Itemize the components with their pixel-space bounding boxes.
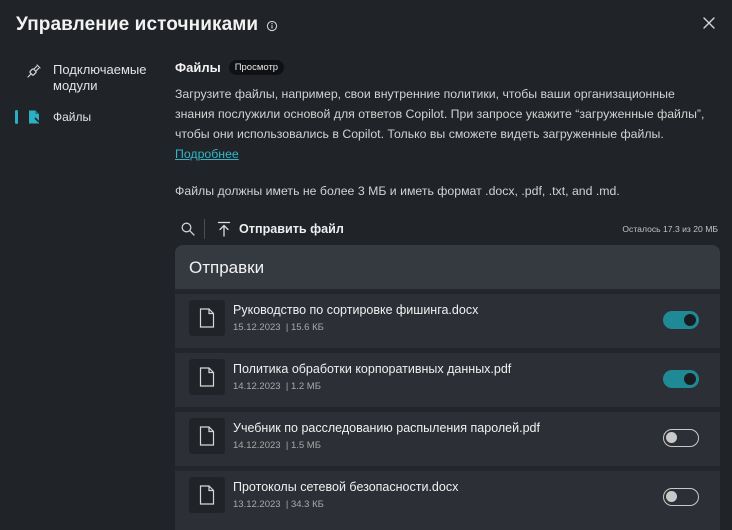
file-name: Учебник по расследованию распыления паро… — [233, 421, 540, 435]
row-divider — [175, 407, 720, 412]
file-meta: 15.12.2023 | 15.6 КБ — [233, 322, 324, 333]
file-name: Политика обработки корпоративных данных.… — [233, 362, 512, 376]
toggle-knob — [684, 373, 696, 385]
uploads-title: Отправки — [175, 245, 720, 289]
row-divider — [175, 466, 720, 471]
toggle-knob — [666, 491, 677, 502]
document-icon — [189, 477, 225, 513]
section-title: Файлы — [175, 59, 221, 75]
sidebar-item-label: Подключаемые модули — [53, 62, 147, 93]
toolbar: Отправить файл Осталось 17.3 из 20 МБ — [175, 218, 718, 240]
file-date: 13.12.2023 — [233, 499, 281, 510]
storage-remaining: Осталось 17.3 из 20 МБ — [622, 224, 718, 234]
search-icon — [181, 222, 195, 236]
upload-label: Отправить файл — [239, 222, 344, 236]
plug-icon — [26, 63, 42, 79]
file-size: 34.3 КБ — [290, 499, 324, 510]
sidebar-item-files[interactable]: Файлы — [14, 104, 164, 129]
file-toggle[interactable] — [663, 370, 699, 388]
learn-more-link[interactable]: Подробнее — [175, 147, 239, 161]
file-icon — [26, 109, 42, 125]
file-toggle[interactable] — [663, 488, 699, 506]
file-size: 1.2 МБ — [290, 381, 321, 392]
sidebar: Подключаемые модули Файлы — [14, 58, 164, 129]
file-requirements: Файлы должны иметь не более 3 МБ и иметь… — [175, 184, 620, 198]
row-divider — [175, 348, 720, 353]
upload-file-button[interactable]: Отправить файл — [217, 221, 344, 237]
file-date: 14.12.2023 — [233, 381, 281, 392]
file-meta: 13.12.2023 | 34.3 КБ — [233, 499, 324, 510]
file-name: Протоколы сетевой безопасности.docx — [233, 480, 459, 494]
toolbar-divider — [204, 219, 205, 239]
file-size: 15.6 КБ — [290, 322, 324, 333]
file-row: Протоколы сетевой безопасности.docx 13.1… — [175, 472, 720, 525]
description: Загрузите файлы, например, свои внутренн… — [175, 84, 715, 164]
toggle-knob — [684, 314, 696, 326]
file-meta: 14.12.2023 | 1.5 МБ — [233, 440, 321, 451]
files-section: Файлы Просмотр Загрузите файлы, например… — [175, 58, 720, 200]
close-icon — [703, 17, 715, 29]
file-date: 15.12.2023 — [233, 322, 281, 333]
page-title: Управление источниками — [16, 14, 259, 35]
upload-icon — [217, 221, 231, 237]
sidebar-item-plugins[interactable]: Подключаемые модули — [14, 58, 164, 98]
file-name: Руководство по сортировке фишинга.docx — [233, 303, 479, 317]
header: Управление источниками — [16, 12, 278, 38]
document-icon — [189, 300, 225, 336]
uploads-panel: Отправки Руководство по сортировке фишин… — [175, 245, 720, 530]
file-toggle[interactable] — [663, 429, 699, 447]
search-button[interactable] — [180, 221, 196, 237]
close-button[interactable] — [700, 14, 718, 32]
toggle-knob — [666, 432, 677, 443]
file-row: Учебник по расследованию распыления паро… — [175, 413, 720, 466]
file-row: Руководство по сортировке фишинга.docx 1… — [175, 295, 720, 348]
file-row: Политика обработки корпоративных данных.… — [175, 354, 720, 407]
file-toggle[interactable] — [663, 311, 699, 329]
sidebar-item-label: Файлы — [53, 110, 92, 124]
row-divider — [175, 289, 720, 294]
preview-badge: Просмотр — [228, 59, 285, 75]
file-size: 1.5 МБ — [290, 440, 321, 451]
document-icon — [189, 418, 225, 454]
info-icon[interactable] — [266, 19, 278, 32]
file-meta: 14.12.2023 | 1.2 МБ — [233, 381, 321, 392]
document-icon — [189, 359, 225, 395]
file-date: 14.12.2023 — [233, 440, 281, 451]
description-text: Загрузите файлы, например, свои внутренн… — [175, 87, 705, 141]
